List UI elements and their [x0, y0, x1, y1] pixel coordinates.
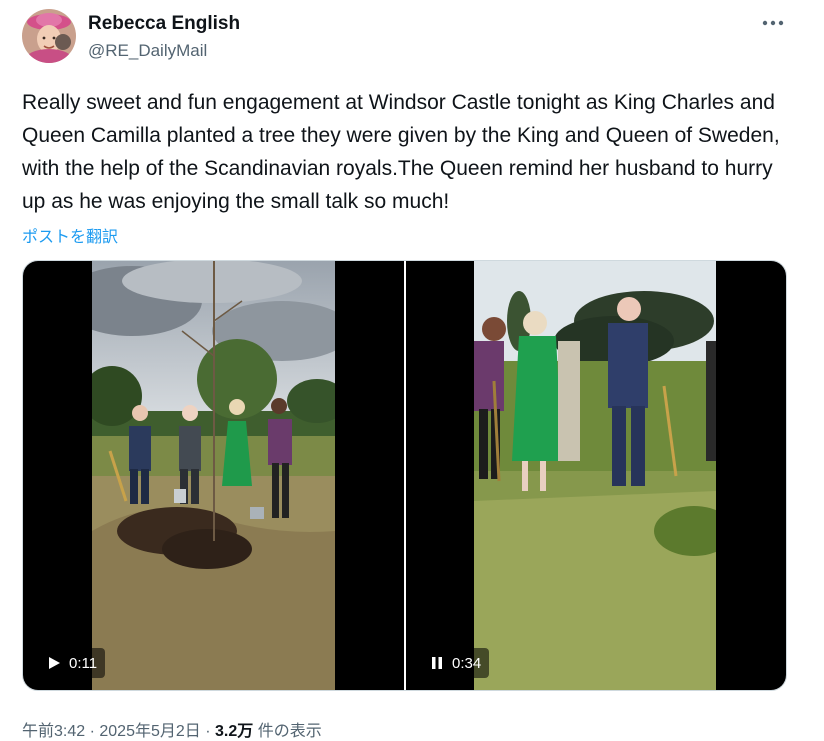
tweet-text: Really sweet and fun engagement at Winds… — [22, 91, 780, 213]
play-icon — [49, 657, 60, 669]
video-2-time: 0:34 — [452, 654, 482, 672]
author-avatar[interactable] — [22, 9, 76, 63]
tweet-header: Rebecca English @RE_DailyMail — [22, 9, 794, 65]
video-1-play-control[interactable]: 0:11 — [37, 648, 106, 678]
more-horizontal-icon — [762, 20, 784, 26]
author-handle[interactable]: @RE_DailyMail — [88, 41, 207, 61]
pause-icon — [432, 657, 442, 669]
video-2-pause-control[interactable]: 0:34 — [420, 648, 490, 678]
post-date[interactable]: 2025年5月2日 — [99, 717, 200, 741]
meta-separator-2: · — [200, 723, 215, 740]
video-player-1[interactable]: 0:11 — [23, 261, 404, 690]
more-options-button[interactable] — [758, 11, 788, 35]
tweet-meta: 午前3:42 · 2025年5月2日 · 3.2万 件の表示 — [22, 717, 322, 741]
video-player-2[interactable]: 0:34 — [406, 261, 786, 690]
media-grid: 0:11 0:34 — [22, 260, 787, 691]
author-name[interactable]: Rebecca English — [88, 13, 240, 35]
video-frame-royals-walking — [474, 261, 716, 690]
translate-post-link[interactable]: ポストを翻訳 — [22, 223, 118, 247]
views-label: 件の表示 — [253, 723, 322, 740]
video-1-time: 0:11 — [69, 654, 98, 672]
video-thumbnail-tree-planting — [92, 261, 335, 690]
view-count: 3.2万 — [215, 723, 254, 740]
avatar-photo-icon — [22, 9, 76, 63]
meta-separator: · — [85, 723, 100, 740]
post-time[interactable]: 午前3:42 — [22, 717, 85, 741]
